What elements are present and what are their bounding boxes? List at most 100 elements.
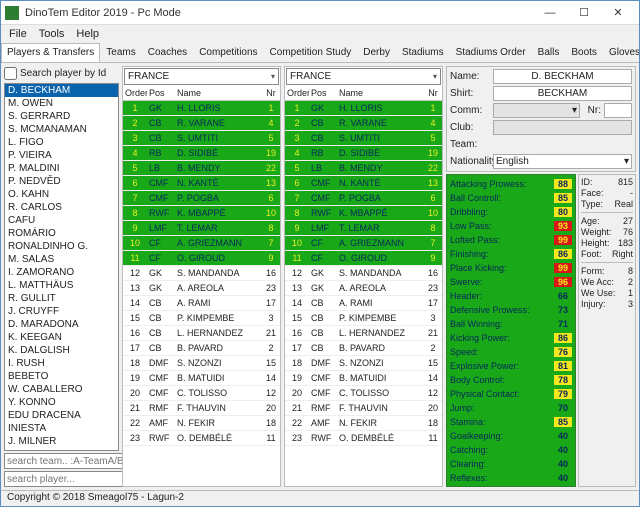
- table-row[interactable]: 7CMFP. POGBA6: [285, 191, 442, 206]
- list-item[interactable]: M. SALAS: [5, 253, 118, 266]
- table-row[interactable]: 9LMFT. LEMAR8: [285, 221, 442, 236]
- nr-value[interactable]: [604, 103, 632, 118]
- table-row[interactable]: 15CBP. KIMPEMBE3: [123, 311, 280, 326]
- list-item[interactable]: D. MARADONA: [5, 318, 118, 331]
- player-list[interactable]: D. BECKHAMM. OWENS. GERRARDS. MCMANAMANL…: [4, 83, 119, 451]
- table-row[interactable]: 17CBB. PAVARD2: [285, 341, 442, 356]
- tab-stadiums[interactable]: Stadiums: [396, 43, 450, 62]
- table-row[interactable]: 3CBS. UMTITI5: [285, 131, 442, 146]
- squad-body-right[interactable]: 1GKH. LLORIS12CBR. VARANE43CBS. UMTITI54…: [285, 101, 442, 486]
- table-row[interactable]: 14CBA. RAMI17: [285, 296, 442, 311]
- list-item[interactable]: RONALDINHO G.: [5, 240, 118, 253]
- table-row[interactable]: 1GKH. LLORIS1: [285, 101, 442, 116]
- comm-dropdown[interactable]: ▾: [493, 103, 580, 118]
- shirt-value[interactable]: BECKHAM: [493, 86, 632, 101]
- table-row[interactable]: 23RWFO. DEMBÉLÉ11: [285, 431, 442, 446]
- table-row[interactable]: 22AMFN. FEKIR18: [285, 416, 442, 431]
- table-row[interactable]: 6CMFN. KANTÉ13: [123, 176, 280, 191]
- club-value[interactable]: [493, 120, 632, 135]
- tab-gloves[interactable]: Gloves: [603, 43, 639, 62]
- table-row[interactable]: 2CBR. VARANE4: [123, 116, 280, 131]
- table-row[interactable]: 21RMFF. THAUVIN20: [285, 401, 442, 416]
- list-item[interactable]: P. VIEIRA: [5, 149, 118, 162]
- table-row[interactable]: 12GKS. MANDANDA16: [123, 266, 280, 281]
- tab-competitions[interactable]: Competitions: [193, 43, 263, 62]
- table-row[interactable]: 11CFO. GIROUD9: [123, 251, 280, 266]
- stats-panel[interactable]: Attacking Prowess:88Ball Controll:85Drib…: [446, 174, 576, 487]
- list-item[interactable]: M. OWEN: [5, 97, 118, 110]
- list-item[interactable]: W. CABALLERO: [5, 383, 118, 396]
- tab-boots[interactable]: Boots: [565, 43, 603, 62]
- tab-derby[interactable]: Derby: [357, 43, 396, 62]
- close-button[interactable]: ✕: [601, 2, 635, 24]
- search-by-id-checkbox[interactable]: [4, 67, 17, 80]
- table-row[interactable]: 12GKS. MANDANDA16: [285, 266, 442, 281]
- table-row[interactable]: 21RMFF. THAUVIN20: [123, 401, 280, 416]
- tab-balls[interactable]: Balls: [532, 43, 566, 62]
- team-dropdown-right[interactable]: FRANCE ▾: [286, 68, 441, 85]
- table-row[interactable]: 3CBS. UMTITI5: [123, 131, 280, 146]
- list-item[interactable]: R. CARLOS: [5, 201, 118, 214]
- table-row[interactable]: 9LMFT. LEMAR8: [123, 221, 280, 236]
- menu-file[interactable]: File: [3, 26, 33, 42]
- list-item[interactable]: D. BECKHAM: [5, 84, 118, 97]
- list-item[interactable]: T. VERMAELEN: [5, 448, 118, 451]
- table-row[interactable]: 18DMFS. NZONZI15: [285, 356, 442, 371]
- nationality-dropdown[interactable]: English▾: [493, 154, 632, 169]
- list-item[interactable]: CAFU: [5, 214, 118, 227]
- name-value[interactable]: D. BECKHAM: [493, 69, 632, 84]
- list-item[interactable]: K. DALGLISH: [5, 344, 118, 357]
- list-item[interactable]: R. GULLIT: [5, 292, 118, 305]
- list-item[interactable]: ROMÁRIO: [5, 227, 118, 240]
- list-item[interactable]: J. CRUYFF: [5, 305, 118, 318]
- list-item[interactable]: S. GERRARD: [5, 110, 118, 123]
- table-row[interactable]: 7CMFP. POGBA6: [123, 191, 280, 206]
- list-item[interactable]: K. KEEGAN: [5, 331, 118, 344]
- table-row[interactable]: 22AMFN. FEKIR18: [123, 416, 280, 431]
- table-row[interactable]: 19CMFB. MATUIDI14: [285, 371, 442, 386]
- list-item[interactable]: L. MATTHÄUS: [5, 279, 118, 292]
- table-row[interactable]: 2CBR. VARANE4: [285, 116, 442, 131]
- menu-help[interactable]: Help: [70, 26, 105, 42]
- list-item[interactable]: S. MCMANAMAN: [5, 123, 118, 136]
- table-row[interactable]: 20CMFC. TOLISSO12: [285, 386, 442, 401]
- table-row[interactable]: 16CBL. HERNANDEZ21: [123, 326, 280, 341]
- table-row[interactable]: 10CFA. GRIEZMANN7: [123, 236, 280, 251]
- table-row[interactable]: 5LBB. MENDY22: [285, 161, 442, 176]
- table-row[interactable]: 23RWFO. DEMBÉLÉ11: [123, 431, 280, 446]
- table-row[interactable]: 13GKA. AREOLA23: [285, 281, 442, 296]
- table-row[interactable]: 11CFO. GIROUD9: [285, 251, 442, 266]
- list-item[interactable]: P. MALDINI: [5, 162, 118, 175]
- list-item[interactable]: P. NEDVĚD: [5, 175, 118, 188]
- list-item[interactable]: Y. KONNO: [5, 396, 118, 409]
- squad-body-left[interactable]: 1GKH. LLORIS12CBR. VARANE43CBS. UMTITI54…: [123, 101, 280, 486]
- table-row[interactable]: 20CMFC. TOLISSO12: [123, 386, 280, 401]
- tab-players-transfers[interactable]: Players & Transfers: [1, 43, 100, 63]
- table-row[interactable]: 8RWFK. MBAPPÉ10: [123, 206, 280, 221]
- table-row[interactable]: 19CMFB. MATUIDI14: [123, 371, 280, 386]
- table-row[interactable]: 5LBB. MENDY22: [123, 161, 280, 176]
- table-row[interactable]: 18DMFS. NZONZI15: [123, 356, 280, 371]
- table-row[interactable]: 8RWFK. MBAPPÉ10: [285, 206, 442, 221]
- list-item[interactable]: L. FIGO: [5, 136, 118, 149]
- maximize-button[interactable]: ☐: [567, 2, 601, 24]
- table-row[interactable]: 17CBB. PAVARD2: [123, 341, 280, 356]
- list-item[interactable]: J. MILNER: [5, 435, 118, 448]
- list-item[interactable]: I. ZAMORANO: [5, 266, 118, 279]
- list-item[interactable]: O. KAHN: [5, 188, 118, 201]
- list-item[interactable]: I. RUSH: [5, 357, 118, 370]
- tab-teams[interactable]: Teams: [100, 43, 141, 62]
- table-row[interactable]: 1GKH. LLORIS1: [123, 101, 280, 116]
- tab-competition-study[interactable]: Competition Study: [264, 43, 358, 62]
- table-row[interactable]: 14CBA. RAMI17: [123, 296, 280, 311]
- table-row[interactable]: 16CBL. HERNANDEZ21: [285, 326, 442, 341]
- team-dropdown-left[interactable]: FRANCE ▾: [124, 68, 279, 85]
- table-row[interactable]: 15CBP. KIMPEMBE3: [285, 311, 442, 326]
- tab-stadiums-order[interactable]: Stadiums Order: [450, 43, 532, 62]
- list-item[interactable]: BEBETO: [5, 370, 118, 383]
- minimize-button[interactable]: —: [533, 2, 567, 24]
- table-row[interactable]: 6CMFN. KANTÉ13: [285, 176, 442, 191]
- list-item[interactable]: EDU DRACENA: [5, 409, 118, 422]
- table-row[interactable]: 13GKA. AREOLA23: [123, 281, 280, 296]
- table-row[interactable]: 10CFA. GRIEZMANN7: [285, 236, 442, 251]
